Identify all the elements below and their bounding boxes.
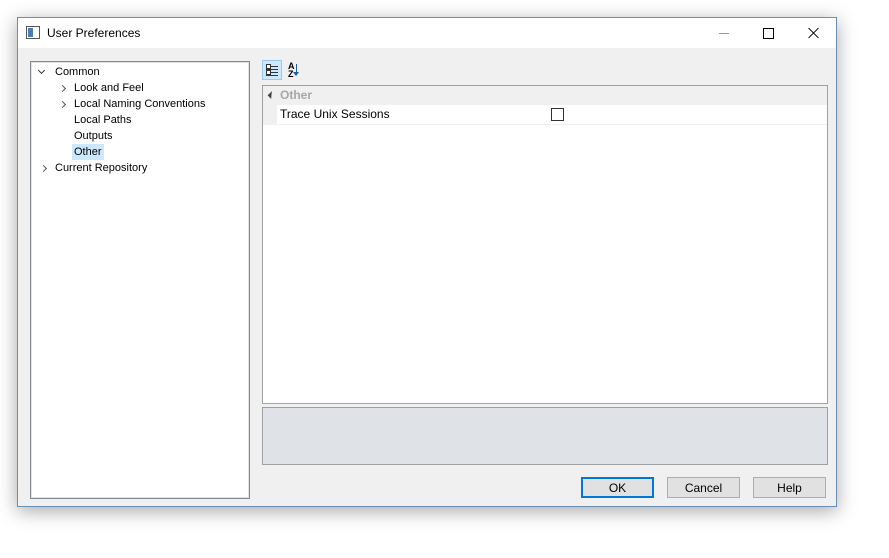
alphabetical-sort-button[interactable]: A Z xyxy=(285,60,305,80)
minimize-icon xyxy=(718,32,729,34)
category-label: Other xyxy=(280,88,313,102)
chevron-right-icon[interactable] xyxy=(57,96,69,112)
category-row[interactable]: Other xyxy=(263,86,827,105)
chevron-right-icon[interactable] xyxy=(57,80,69,96)
categorized-view-button[interactable] xyxy=(262,60,282,80)
preferences-dialog: User Preferences Common Look and Feel Lo… xyxy=(17,17,837,507)
property-grid[interactable]: Other Trace Unix Sessions xyxy=(262,85,828,404)
ok-button[interactable]: OK xyxy=(581,477,654,498)
trace-unix-sessions-checkbox[interactable] xyxy=(551,108,564,121)
tree-item-label: Outputs xyxy=(74,130,113,142)
tree-item-label: Current Repository xyxy=(55,162,148,174)
tree-item-label: Local Paths xyxy=(74,114,132,126)
collapse-triangle-icon[interactable] xyxy=(267,91,276,99)
property-row[interactable]: Trace Unix Sessions xyxy=(263,105,827,125)
chevron-right-icon[interactable] xyxy=(38,160,50,176)
window-title: User Preferences xyxy=(47,26,141,40)
minimize-button[interactable] xyxy=(701,18,746,48)
tree-item-label: Look and Feel xyxy=(74,82,144,94)
close-button[interactable] xyxy=(791,18,836,48)
cancel-button[interactable]: Cancel xyxy=(667,477,740,498)
title-bar[interactable]: User Preferences xyxy=(18,18,836,48)
window-app-icon xyxy=(26,26,40,39)
tree-item-label: Other xyxy=(72,144,104,160)
categorized-view-icon xyxy=(266,64,278,76)
preferences-tree[interactable]: Common Look and Feel Local Naming Conven… xyxy=(30,61,250,499)
property-gutter xyxy=(263,105,277,124)
help-button[interactable]: Help xyxy=(753,477,826,498)
maximize-icon xyxy=(763,27,774,39)
tree-item-label: Local Naming Conventions xyxy=(74,98,206,110)
chevron-down-icon[interactable] xyxy=(35,64,47,80)
alphabetical-sort-icon: A Z xyxy=(288,62,302,79)
maximize-button[interactable] xyxy=(746,18,791,48)
description-panel xyxy=(262,407,828,465)
tree-item-label: Common xyxy=(55,66,100,78)
property-name: Trace Unix Sessions xyxy=(280,107,390,121)
close-icon xyxy=(808,27,820,39)
